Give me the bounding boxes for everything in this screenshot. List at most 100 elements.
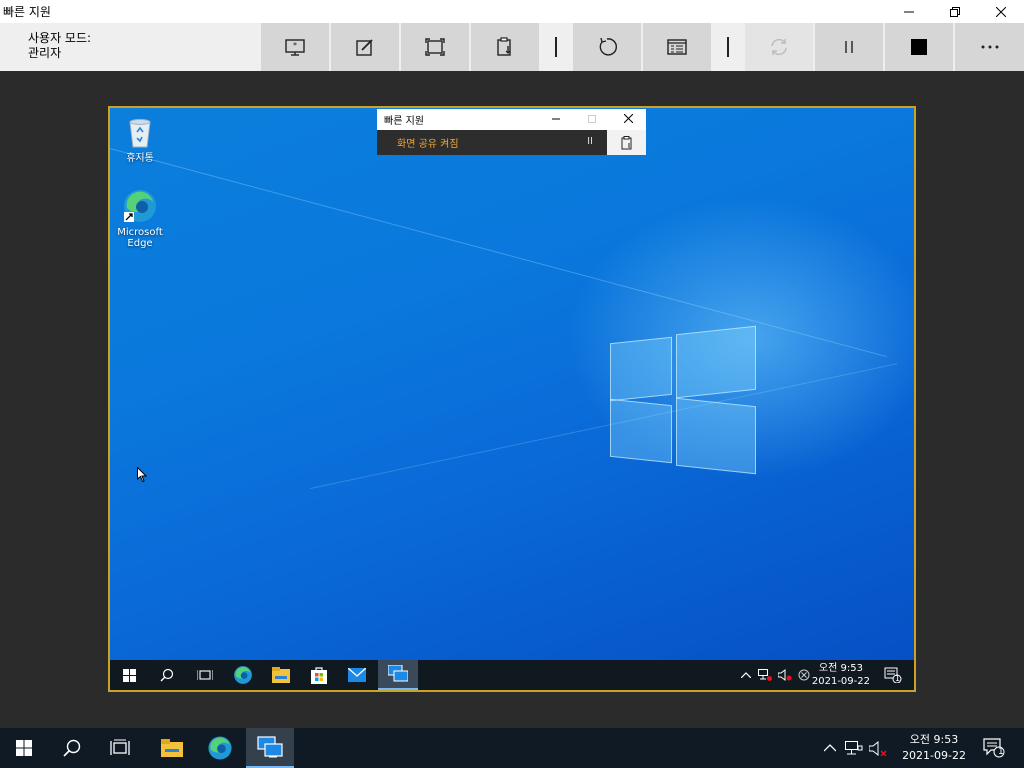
window-title: 빠른 지원 (3, 5, 51, 19)
remote-taskbar-edge[interactable] (226, 660, 260, 690)
remote-tray-network[interactable] (756, 660, 774, 690)
cursor-icon (137, 466, 148, 483)
remote-desktop[interactable]: 휴지통 Microsoft Edge (110, 108, 914, 660)
tray-network[interactable] (843, 728, 865, 768)
task-manager-icon (667, 39, 687, 55)
screen-sharing-status: 화면 공유 켜짐 II (377, 130, 607, 155)
remote-search-button[interactable] (150, 660, 184, 690)
remote-clock[interactable]: 오전 9:53 2021-09-22 (812, 662, 870, 688)
search-button[interactable] (52, 728, 92, 768)
folder-icon (272, 667, 290, 683)
desktop-icon-label: 휴지통 (126, 153, 154, 164)
pause-icon (845, 41, 853, 53)
desktop-icon-microsoft-edge[interactable]: Microsoft Edge (112, 188, 168, 249)
remote-screen[interactable]: 휴지통 Microsoft Edge 오전 9:53 2021-09-22 1 (108, 106, 916, 692)
folder-icon (161, 739, 183, 757)
minimize-icon (552, 118, 560, 120)
qa-title-bar: 빠른 지원 (377, 109, 646, 130)
taskbar-clock[interactable]: 오전 9:53 2021-09-22 (902, 732, 966, 764)
annotate-button[interactable] (331, 23, 399, 71)
windows-start-icon (16, 740, 32, 756)
edge-icon (124, 190, 156, 222)
reconnect-button[interactable] (745, 23, 813, 71)
chevron-up-icon (824, 744, 836, 752)
notification-count: 1 (998, 747, 1004, 757)
chevron-up-icon (741, 672, 751, 678)
quick-assist-icon (388, 665, 408, 682)
task-view-button[interactable] (100, 728, 140, 768)
stop-icon (911, 39, 927, 55)
pause-button[interactable] (815, 23, 883, 71)
windows-start-icon (122, 668, 136, 682)
qa-window-title: 빠른 지원 (384, 116, 424, 127)
more-button[interactable] (955, 23, 1024, 71)
tray-volume[interactable] (867, 728, 889, 768)
edge-icon (234, 666, 252, 684)
toolbar: 사용자 모드: 관리자 * (0, 23, 1024, 71)
qa-pause-button[interactable]: II (587, 136, 593, 147)
remote-taskbar-store[interactable] (302, 660, 336, 690)
wallpaper-light-beam (110, 148, 887, 358)
remote-tray-chevron[interactable] (738, 660, 754, 690)
qa-clipboard-button[interactable] (607, 130, 646, 155)
quick-assist-mini-window: 빠른 지원 화면 공유 켜짐 II (377, 109, 646, 155)
task-manager-button[interactable] (643, 23, 711, 71)
volume-muted-icon (778, 669, 792, 681)
user-mode-line2: 관리자 (28, 46, 62, 60)
mail-icon (348, 668, 366, 682)
restore-button[interactable] (932, 0, 978, 23)
action-center-button[interactable]: 1 (974, 728, 1014, 768)
restart-button[interactable] (573, 23, 641, 71)
taskbar-quick-assist[interactable] (246, 728, 294, 768)
taskbar-file-explorer[interactable] (150, 728, 194, 768)
desktop-icon-recycle-bin[interactable]: 휴지통 (112, 114, 168, 164)
remote-action-center[interactable]: 1 (878, 660, 908, 690)
clipboard-button[interactable] (471, 23, 539, 71)
network-icon (845, 740, 863, 754)
refresh-icon (771, 38, 787, 56)
edge-icon (208, 736, 232, 760)
error-icon (798, 669, 810, 681)
start-button[interactable] (4, 728, 44, 768)
actual-size-button[interactable] (401, 23, 469, 71)
qa-maximize-button[interactable] (574, 113, 610, 126)
task-view-icon (197, 670, 213, 680)
close-icon (996, 6, 1006, 17)
remote-tray-error[interactable] (796, 660, 812, 690)
toolbar-separator (713, 23, 743, 71)
desktop-icon-label: Microsoft Edge (117, 227, 163, 249)
more-icon (981, 45, 998, 49)
svg-text:*: * (293, 41, 297, 50)
remote-taskbar-quick-assist[interactable] (378, 660, 418, 690)
qa-minimize-button[interactable] (538, 113, 574, 126)
monitor-icon: * (285, 39, 305, 56)
stop-button[interactable] (885, 23, 953, 71)
taskbar-edge[interactable] (198, 728, 242, 768)
close-icon (623, 113, 633, 124)
volume-muted-icon (869, 740, 887, 756)
qa-body: 화면 공유 켜짐 II (377, 130, 646, 155)
remote-taskbar: 오전 9:53 2021-09-22 1 (110, 660, 914, 690)
remote-tray-volume[interactable] (776, 660, 794, 690)
remote-task-view-button[interactable] (188, 660, 222, 690)
tray-chevron[interactable] (820, 728, 840, 768)
network-icon (758, 669, 772, 681)
windows-logo-wallpaper (610, 325, 758, 475)
minimize-icon (904, 11, 914, 12)
remote-start-button[interactable] (114, 660, 144, 690)
select-monitor-button[interactable]: * (261, 23, 329, 71)
screen-sharing-status-text: 화면 공유 켜짐 (397, 139, 459, 150)
remote-taskbar-file-explorer[interactable] (264, 660, 298, 690)
user-mode-line1: 사용자 모드: (28, 31, 92, 45)
minimize-button[interactable] (886, 0, 932, 23)
fit-screen-icon (425, 38, 445, 56)
restart-icon (599, 37, 618, 56)
close-button[interactable] (978, 0, 1024, 23)
remote-taskbar-mail[interactable] (340, 660, 374, 690)
qa-close-button[interactable] (610, 113, 646, 126)
remote-clock-time: 오전 9:53 (818, 663, 863, 674)
toolbar-separator (541, 23, 571, 71)
search-icon (63, 739, 81, 757)
pen-icon (356, 39, 373, 56)
store-icon (311, 667, 327, 684)
